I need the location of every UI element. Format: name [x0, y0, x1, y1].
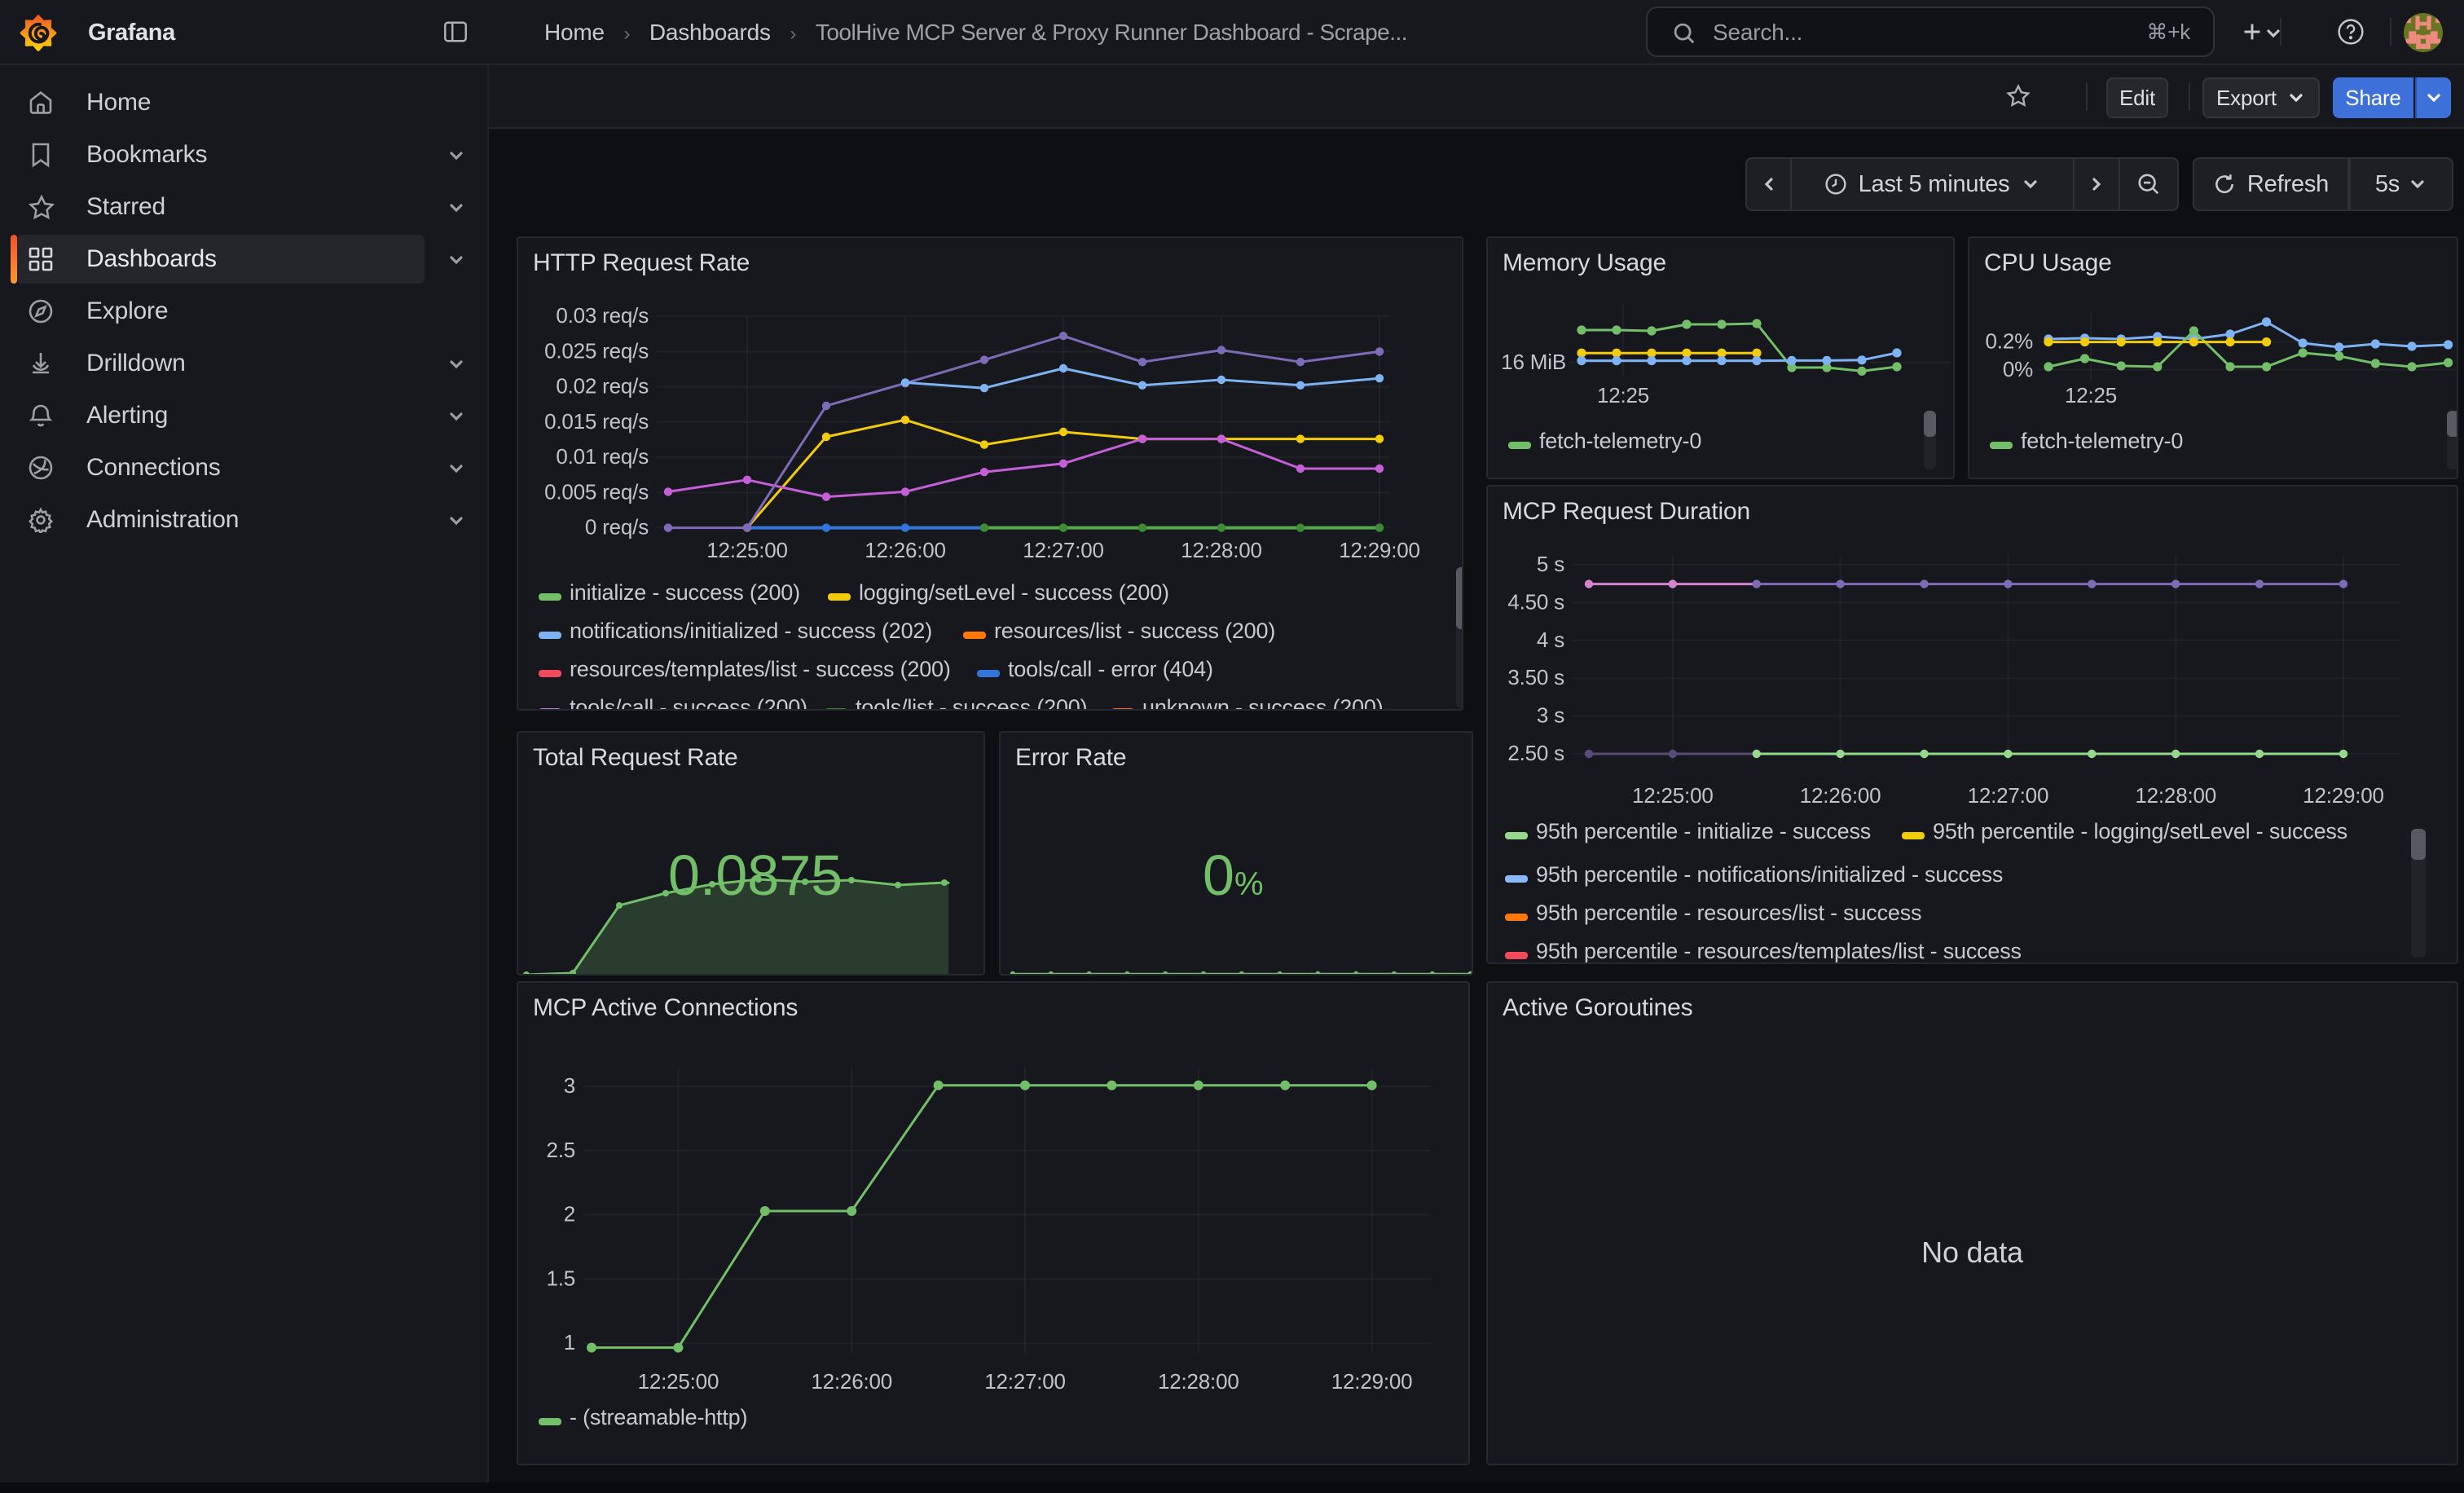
svg-text:0.2%: 0.2%: [1986, 329, 2034, 354]
svg-text:4 s: 4 s: [1537, 628, 1564, 652]
svg-text:2.5: 2.5: [546, 1138, 575, 1162]
svg-text:12:28:00: 12:28:00: [1181, 538, 1262, 562]
svg-text:4.50 s: 4.50 s: [1507, 589, 1564, 614]
svg-text:0.015 req/s: 0.015 req/s: [544, 409, 649, 434]
svg-text:2.50 s: 2.50 s: [1507, 741, 1564, 765]
svg-text:12:25:00: 12:25:00: [638, 1369, 719, 1394]
svg-text:16 MiB: 16 MiB: [1501, 350, 1566, 374]
svg-text:12:26:00: 12:26:00: [811, 1369, 892, 1394]
svg-text:12:27:00: 12:27:00: [984, 1369, 1066, 1394]
svg-text:3: 3: [564, 1073, 575, 1098]
svg-text:12:29:00: 12:29:00: [1339, 538, 1420, 562]
svg-text:12:25:00: 12:25:00: [706, 538, 788, 562]
svg-text:1.5: 1.5: [546, 1266, 575, 1290]
svg-text:12:29:00: 12:29:00: [2303, 783, 2384, 808]
svg-text:0.01 req/s: 0.01 req/s: [556, 444, 649, 469]
svg-text:12:29:00: 12:29:00: [1331, 1369, 1413, 1394]
svg-text:0.025 req/s: 0.025 req/s: [544, 338, 649, 363]
svg-text:12:27:00: 12:27:00: [1968, 783, 2049, 808]
svg-text:12:28:00: 12:28:00: [2135, 783, 2216, 808]
svg-text:12:25: 12:25: [2065, 383, 2117, 407]
svg-text:2: 2: [564, 1202, 575, 1227]
svg-text:12:27:00: 12:27:00: [1023, 538, 1104, 562]
svg-text:12:26:00: 12:26:00: [1800, 783, 1881, 808]
svg-text:3.50 s: 3.50 s: [1507, 665, 1564, 689]
svg-text:0.03 req/s: 0.03 req/s: [556, 303, 649, 328]
svg-text:12:25: 12:25: [1597, 383, 1649, 407]
svg-text:0%: 0%: [2003, 357, 2033, 381]
svg-text:5 s: 5 s: [1537, 552, 1564, 576]
svg-text:1: 1: [564, 1330, 575, 1354]
svg-text:12:26:00: 12:26:00: [865, 538, 946, 562]
svg-text:0.02 req/s: 0.02 req/s: [556, 374, 649, 399]
svg-text:0.005 req/s: 0.005 req/s: [544, 479, 649, 504]
svg-text:12:28:00: 12:28:00: [1158, 1369, 1239, 1394]
svg-text:12:25:00: 12:25:00: [1632, 783, 1714, 808]
svg-text:3 s: 3 s: [1537, 703, 1564, 728]
svg-text:0 req/s: 0 req/s: [585, 515, 649, 540]
